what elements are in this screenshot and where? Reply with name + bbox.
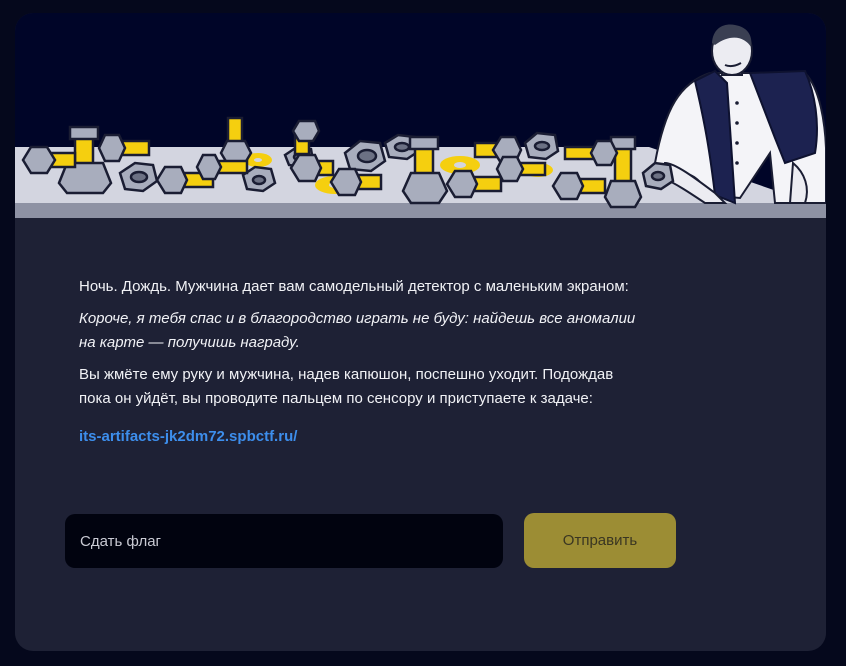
task-link[interactable]: its-artifacts-jk2dm72.spbctf.ru/: [79, 425, 297, 449]
flag-input[interactable]: [65, 514, 503, 568]
task-description: Ночь. Дождь. Мужчина дает вам самодельны…: [79, 275, 639, 449]
submit-flag-button[interactable]: Отправить: [524, 513, 676, 568]
task-banner-illustration: [15, 13, 826, 218]
task-intro-text: Ночь. Дождь. Мужчина дает вам самодельны…: [79, 278, 629, 295]
bolts-and-man-illustration: [15, 24, 826, 218]
task-quote-text: Короче, я тебя спас и в благородство игр…: [79, 310, 636, 351]
task-outro-text: Вы жмёте ему руку и мужчина, надев капюш…: [79, 366, 614, 407]
man-figure: [653, 24, 826, 205]
